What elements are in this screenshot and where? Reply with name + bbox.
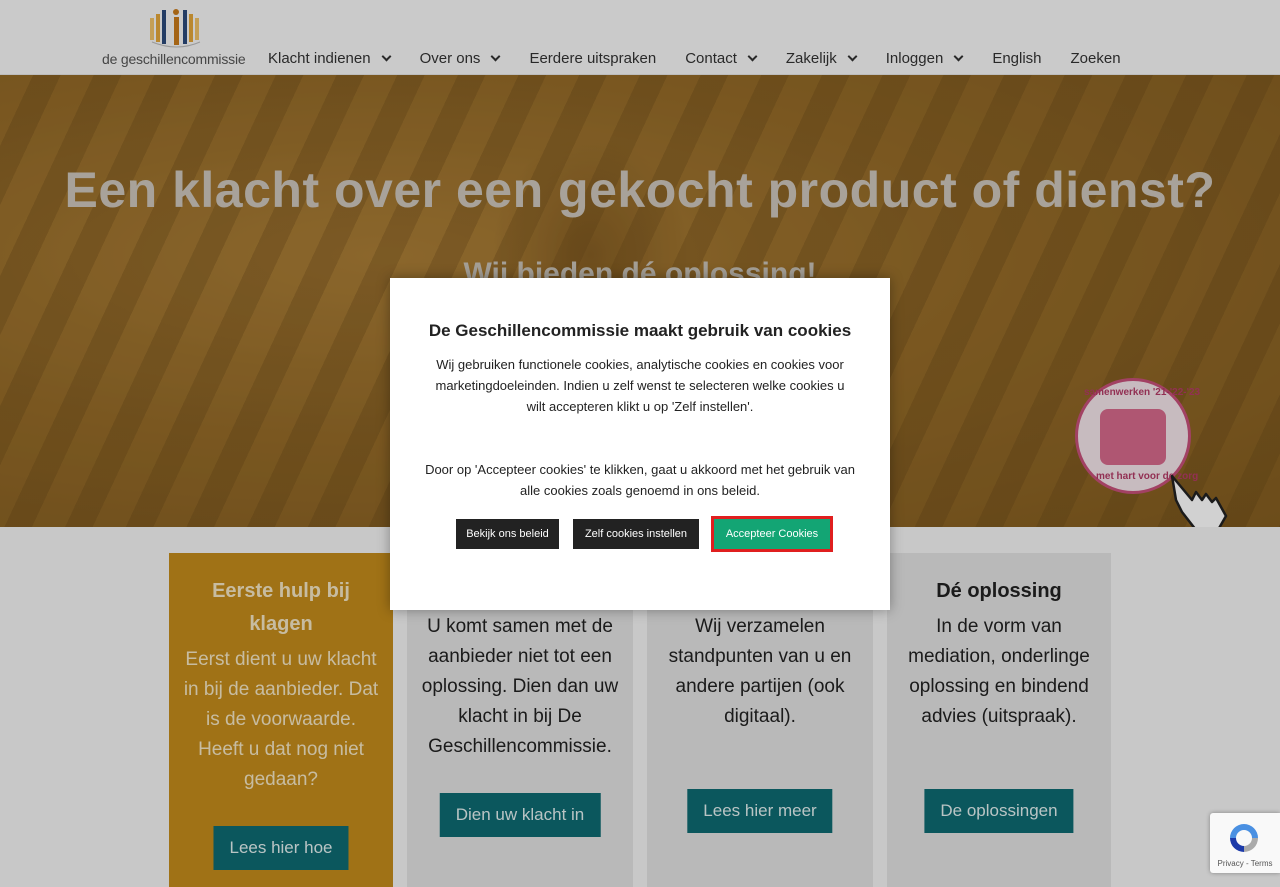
cookie-modal-text-1: Wij gebruiken functionele cookies, analy…: [435, 357, 845, 414]
recaptcha-links[interactable]: Privacy - Terms: [1210, 859, 1280, 868]
accept-cookies-button[interactable]: Accepteer Cookies: [711, 516, 833, 552]
cookie-modal-text-2: Door op 'Accepteer cookies' te klikken, …: [425, 462, 855, 498]
recaptcha-icon: [1230, 824, 1258, 852]
view-policy-button[interactable]: Bekijk ons beleid: [456, 519, 559, 549]
cookie-settings-button[interactable]: Zelf cookies instellen: [573, 519, 699, 549]
cookie-consent-modal: De Geschillencommissie maakt gebruik van…: [390, 278, 890, 610]
recaptcha-badge[interactable]: Privacy - Terms: [1210, 813, 1280, 873]
cookie-modal-title: De Geschillencommissie maakt gebruik van…: [428, 321, 852, 340]
